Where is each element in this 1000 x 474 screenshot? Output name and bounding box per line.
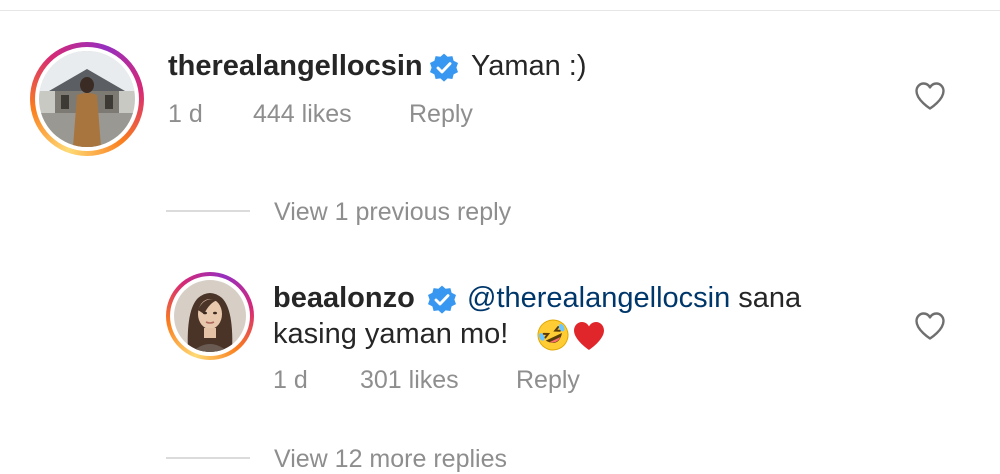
rolling-laughing-emoji-icon [537, 319, 569, 351]
reply-button[interactable]: Reply [516, 366, 580, 395]
comment-text: Yaman :) [471, 50, 587, 82]
avatar[interactable] [39, 51, 135, 147]
comment-text-line2: kasing yaman mo! [273, 318, 508, 351]
view-previous-replies-button[interactable]: View 1 previous reply [274, 198, 511, 227]
comment-likes[interactable]: 301 likes [360, 366, 459, 395]
avatar-story-ring[interactable] [166, 272, 254, 360]
comment-text-line1: @therealangellocsin sana [467, 282, 801, 315]
comment-time: 1 d [168, 100, 203, 128]
replies-divider-line [166, 210, 250, 212]
replies-divider-line [166, 457, 250, 459]
avatar-story-ring[interactable] [30, 42, 144, 156]
comment-username[interactable]: therealangellocsin [168, 50, 423, 83]
comment-likes[interactable]: 444 likes [253, 100, 352, 129]
comment-text-part: kasing yaman mo! [273, 318, 509, 350]
avatar-photo-icon [174, 280, 246, 352]
verified-badge-icon [430, 53, 458, 82]
heart-outline-icon[interactable] [914, 81, 946, 111]
verified-badge-icon [428, 285, 456, 314]
avatar[interactable] [174, 280, 246, 352]
view-more-replies-button[interactable]: View 12 more replies [274, 445, 507, 474]
reply-button[interactable]: Reply [409, 100, 473, 129]
mention-link[interactable]: @therealangellocsin [467, 282, 730, 314]
comment-text-part: sana [730, 282, 802, 314]
red-heart-emoji-icon [574, 322, 604, 350]
top-divider [0, 10, 1000, 11]
avatar-photo-icon [39, 51, 135, 147]
comment-username[interactable]: beaalonzo [273, 282, 415, 315]
heart-outline-icon[interactable] [914, 311, 946, 341]
comment-time: 1 d [273, 366, 308, 394]
